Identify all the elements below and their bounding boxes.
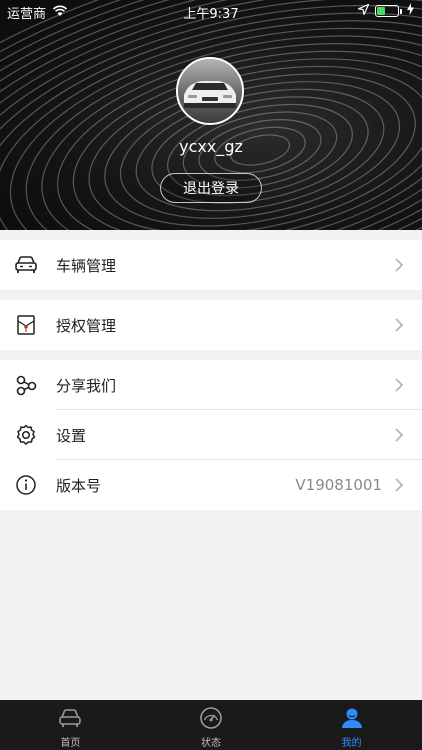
vehicle-management-row[interactable]: 车辆管理: [0, 240, 422, 290]
menu-group-auth: 授权管理: [0, 300, 422, 350]
version-value: V19081001: [295, 476, 382, 494]
share-row[interactable]: 分享我们: [0, 360, 422, 410]
menu-group-misc: 分享我们 设置 版本号 V19081001: [0, 360, 422, 510]
settings-label: 设置: [56, 426, 87, 445]
authorization-management-label: 授权管理: [56, 316, 117, 335]
chevron-right-icon: [395, 428, 404, 442]
charging-bolt-icon: [407, 3, 414, 19]
car-icon: [57, 705, 83, 731]
chevron-right-icon: [395, 318, 404, 332]
logout-button[interactable]: 退出登录: [160, 173, 262, 203]
battery-icon: [375, 5, 402, 17]
car-photo: [178, 59, 242, 123]
user-icon: [339, 705, 365, 731]
version-row[interactable]: 版本号 V19081001: [0, 460, 422, 510]
vehicle-management-label: 车辆管理: [56, 256, 117, 275]
gear-icon: [14, 423, 38, 447]
tab-bar: 首页 状态 我的: [0, 700, 422, 750]
tab-label: 首页: [60, 738, 81, 749]
tab-status[interactable]: 状态: [141, 700, 282, 750]
share-icon: [14, 373, 38, 397]
chevron-right-icon: [395, 478, 404, 492]
settings-row[interactable]: 设置: [0, 410, 422, 460]
share-label: 分享我们: [56, 376, 117, 395]
info-icon: [14, 473, 38, 497]
authorization-management-row[interactable]: 授权管理: [0, 300, 422, 350]
menu-group-vehicle: 车辆管理: [0, 240, 422, 290]
tab-label: 我的: [341, 738, 362, 749]
chevron-right-icon: [395, 378, 404, 392]
authorization-envelope-icon: [14, 313, 38, 337]
tab-home[interactable]: 首页: [0, 700, 141, 750]
gauge-icon: [198, 705, 224, 731]
avatar[interactable]: [176, 57, 244, 125]
username: ycxx_gz: [179, 137, 243, 156]
tab-label: 状态: [201, 738, 221, 749]
car-icon: [14, 253, 38, 277]
location-arrow-icon: [356, 2, 370, 19]
status-bar: 运营商 上午9:37: [0, 0, 422, 22]
chevron-right-icon: [395, 258, 404, 272]
version-label: 版本号: [56, 476, 102, 495]
profile-header: 运营商 上午9:37 ycxx_gz 退出登录: [0, 0, 422, 230]
tab-mine[interactable]: 我的: [281, 700, 422, 750]
